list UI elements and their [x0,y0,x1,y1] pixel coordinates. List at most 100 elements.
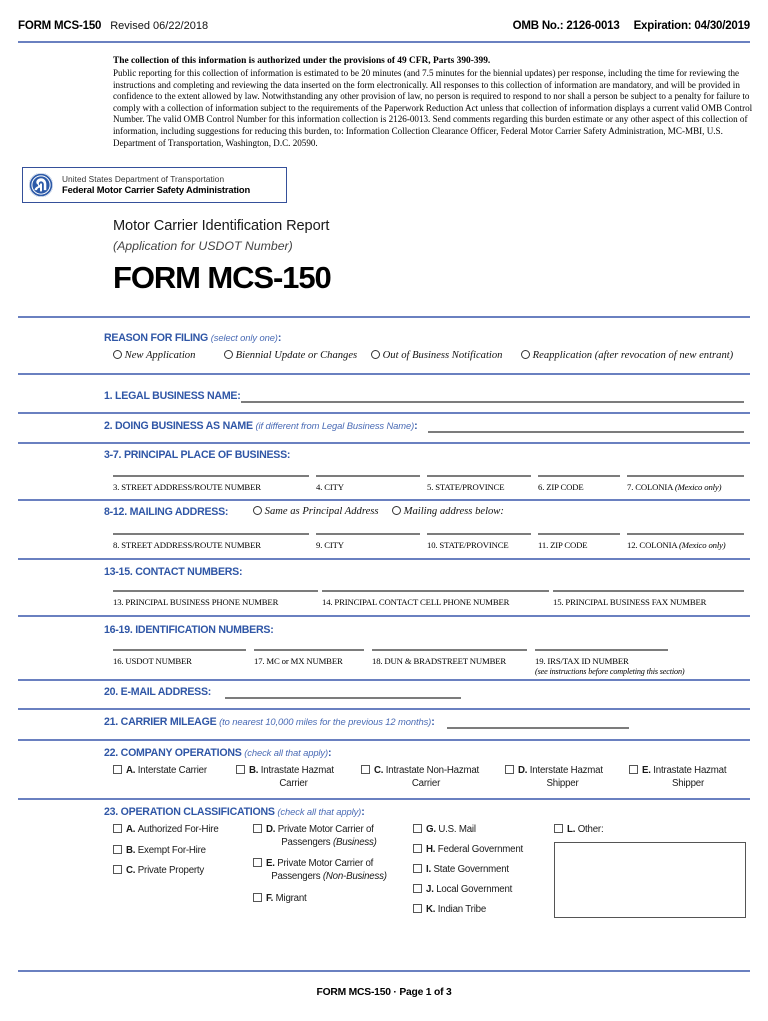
city-input[interactable] [316,475,420,477]
checkbox-item-authorized-for-hire[interactable]: A. Authorized For-Hire [113,824,253,837]
dba-name-heading: 2. DOING BUSINESS AS NAME (if different … [104,420,418,432]
checkbox-item-exempt-for-hire[interactable]: B. Exempt For-Hire [113,845,253,858]
checkbox-item-us-mail[interactable]: G. U.S. Mail [413,824,553,837]
checkbox-23i[interactable] [413,864,422,873]
reason-for-filing-heading: REASON FOR FILING (select only one): [104,332,282,344]
zip-code-input[interactable] [538,475,620,477]
carrier-mileage-note: (to nearest 10,000 miles for the previou… [219,716,432,727]
checkbox-22d[interactable] [505,765,514,774]
checkbox-item-state-government[interactable]: I. State Government [413,864,553,877]
mailing-street-address-input[interactable] [113,533,309,535]
checkbox-23d[interactable] [253,824,262,833]
reason-option-biennial-update[interactable]: Biennial Update or Changes [224,350,357,361]
checkbox-22e[interactable] [629,765,638,774]
state-province-input[interactable] [427,475,531,477]
title-divider [18,316,750,318]
checkbox-item-private-property[interactable]: C. Private Property [113,865,253,878]
carrier-mileage-input[interactable] [447,727,629,729]
business-phone-input[interactable] [113,590,318,592]
radio-new-application[interactable] [113,350,122,359]
mailing-colonia-input[interactable] [627,533,744,535]
checkbox-item-intrastate-hazmat-shipper[interactable]: E. Intrastate Hazmat Shipper [629,765,747,790]
usdot-number-input[interactable] [113,649,246,651]
checkbox-23b[interactable] [113,845,122,854]
checkbox-item-private-carrier-passengers-business[interactable]: D. Private Motor Carrier of Passengers (… [253,824,405,849]
checkbox-23j[interactable] [413,884,422,893]
dba-name-input[interactable] [428,431,744,433]
checkbox-23c[interactable] [113,865,122,874]
mc-mx-number-caption: 17. MC or MX NUMBER [254,656,343,666]
section-divider-1 [18,373,750,375]
checkbox-item-migrant[interactable]: F. Migrant [253,893,405,906]
checkbox-item-interstate-carrier[interactable]: A. Interstate Carrier [113,765,233,778]
section-divider-10 [18,798,750,800]
legal-business-name-input[interactable] [241,401,744,403]
colonia-input[interactable] [627,475,744,477]
dun-bradstreet-number-caption: 18. DUN & BRADSTREET NUMBER [372,656,507,666]
radio-same-as-principal[interactable] [253,506,262,515]
checkbox-item-private-carrier-passengers-non-business[interactable]: E. Private Motor Carrier of Passengers (… [253,858,405,883]
form-header: FORM MCS-150 Revised 06/22/2018 OMB No.:… [18,20,750,36]
email-address-input[interactable] [225,697,461,699]
mailing-option-same-as-principal[interactable]: Same as Principal Address [253,506,379,517]
reason-option-reapplication[interactable]: Reapplication (after revocation of new e… [521,350,733,361]
other-text-area[interactable] [554,842,746,918]
contact-cell-phone-input[interactable] [322,590,549,592]
mailing-zip-code-caption: 11. ZIP CODE [538,540,588,550]
radio-biennial-update[interactable] [224,350,233,359]
mailing-state-province-input[interactable] [427,533,531,535]
mailing-city-input[interactable] [316,533,420,535]
operation-classifications-note: (check all that apply) [277,806,362,817]
business-fax-caption: 15. PRINCIPAL BUSINESS FAX NUMBER [553,597,707,607]
checkbox-23g[interactable] [413,824,422,833]
checkbox-item-intrastate-non-hazmat-carrier[interactable]: C. Intrastate Non-Hazmat Carrier [361,765,491,790]
mailing-option-address-below[interactable]: Mailing address below: [392,506,504,517]
mailing-zip-code-input[interactable] [538,533,620,535]
section-divider-5 [18,558,750,560]
checkbox-23l[interactable] [554,824,563,833]
checkbox-23a[interactable] [113,824,122,833]
radio-out-of-business[interactable] [371,350,380,359]
agency-text: United States Department of Transportati… [62,174,250,196]
checkbox-23e[interactable] [253,858,262,867]
section-divider-6 [18,615,750,617]
mc-mx-number-input[interactable] [254,649,364,651]
page-footer: FORM MCS-150 · Page 1 of 3 [316,987,452,998]
reason-option-new-application[interactable]: New Application [113,350,195,361]
zip-code-caption: 6. ZIP CODE [538,482,584,492]
form-revised-date: Revised 06/22/2018 [110,20,209,32]
street-address-input[interactable] [113,475,309,477]
agency-department: United States Department of Transportati… [62,174,225,185]
checkbox-item-federal-government[interactable]: H. Federal Government [413,844,553,857]
checkbox-23f[interactable] [253,893,262,902]
checkbox-23h[interactable] [413,844,422,853]
dun-bradstreet-number-input[interactable] [372,649,527,651]
reason-option-out-of-business[interactable]: Out of Business Notification [371,350,502,361]
reason-note: (select only one) [210,332,278,343]
burden-statement: The collection of this information is au… [113,56,753,149]
checkbox-item-indian-tribe[interactable]: K. Indian Tribe [413,904,553,917]
checkbox-23k[interactable] [413,904,422,913]
irs-tax-id-input[interactable] [535,649,668,651]
radio-mailing-address-below[interactable] [392,506,401,515]
colonia-caption: 7. COLONIA (Mexico only) [627,482,722,492]
city-caption: 4. CITY [316,482,344,492]
checkbox-22c[interactable] [361,765,370,774]
reason-option-label: New Application [124,350,196,361]
title-block: Motor Carrier Identification Report (App… [113,218,332,296]
page-subtitle: (Application for USDOT Number) [113,239,293,253]
business-fax-input[interactable] [553,590,744,592]
section-divider-2 [18,412,750,414]
checkbox-item-other[interactable]: L. Other: [554,824,674,837]
dba-note: (if different from Legal Business Name) [255,420,415,431]
checkbox-item-local-government[interactable]: J. Local Government [413,884,553,897]
checkbox-22a[interactable] [113,765,122,774]
section-divider-3 [18,442,750,444]
email-address-label: 20. E-MAIL ADDRESS: [104,686,212,698]
contact-numbers-heading: 13-15. CONTACT NUMBERS: [104,566,243,578]
checkbox-22b[interactable] [236,765,245,774]
radio-reapplication[interactable] [521,350,530,359]
reason-option-label: Biennial Update or Changes [235,350,358,361]
checkbox-item-intrastate-hazmat-carrier[interactable]: B. Intrastate Hazmat Carrier [236,765,351,790]
checkbox-item-interstate-hazmat-shipper[interactable]: D. Interstate Hazmat Shipper [505,765,620,790]
